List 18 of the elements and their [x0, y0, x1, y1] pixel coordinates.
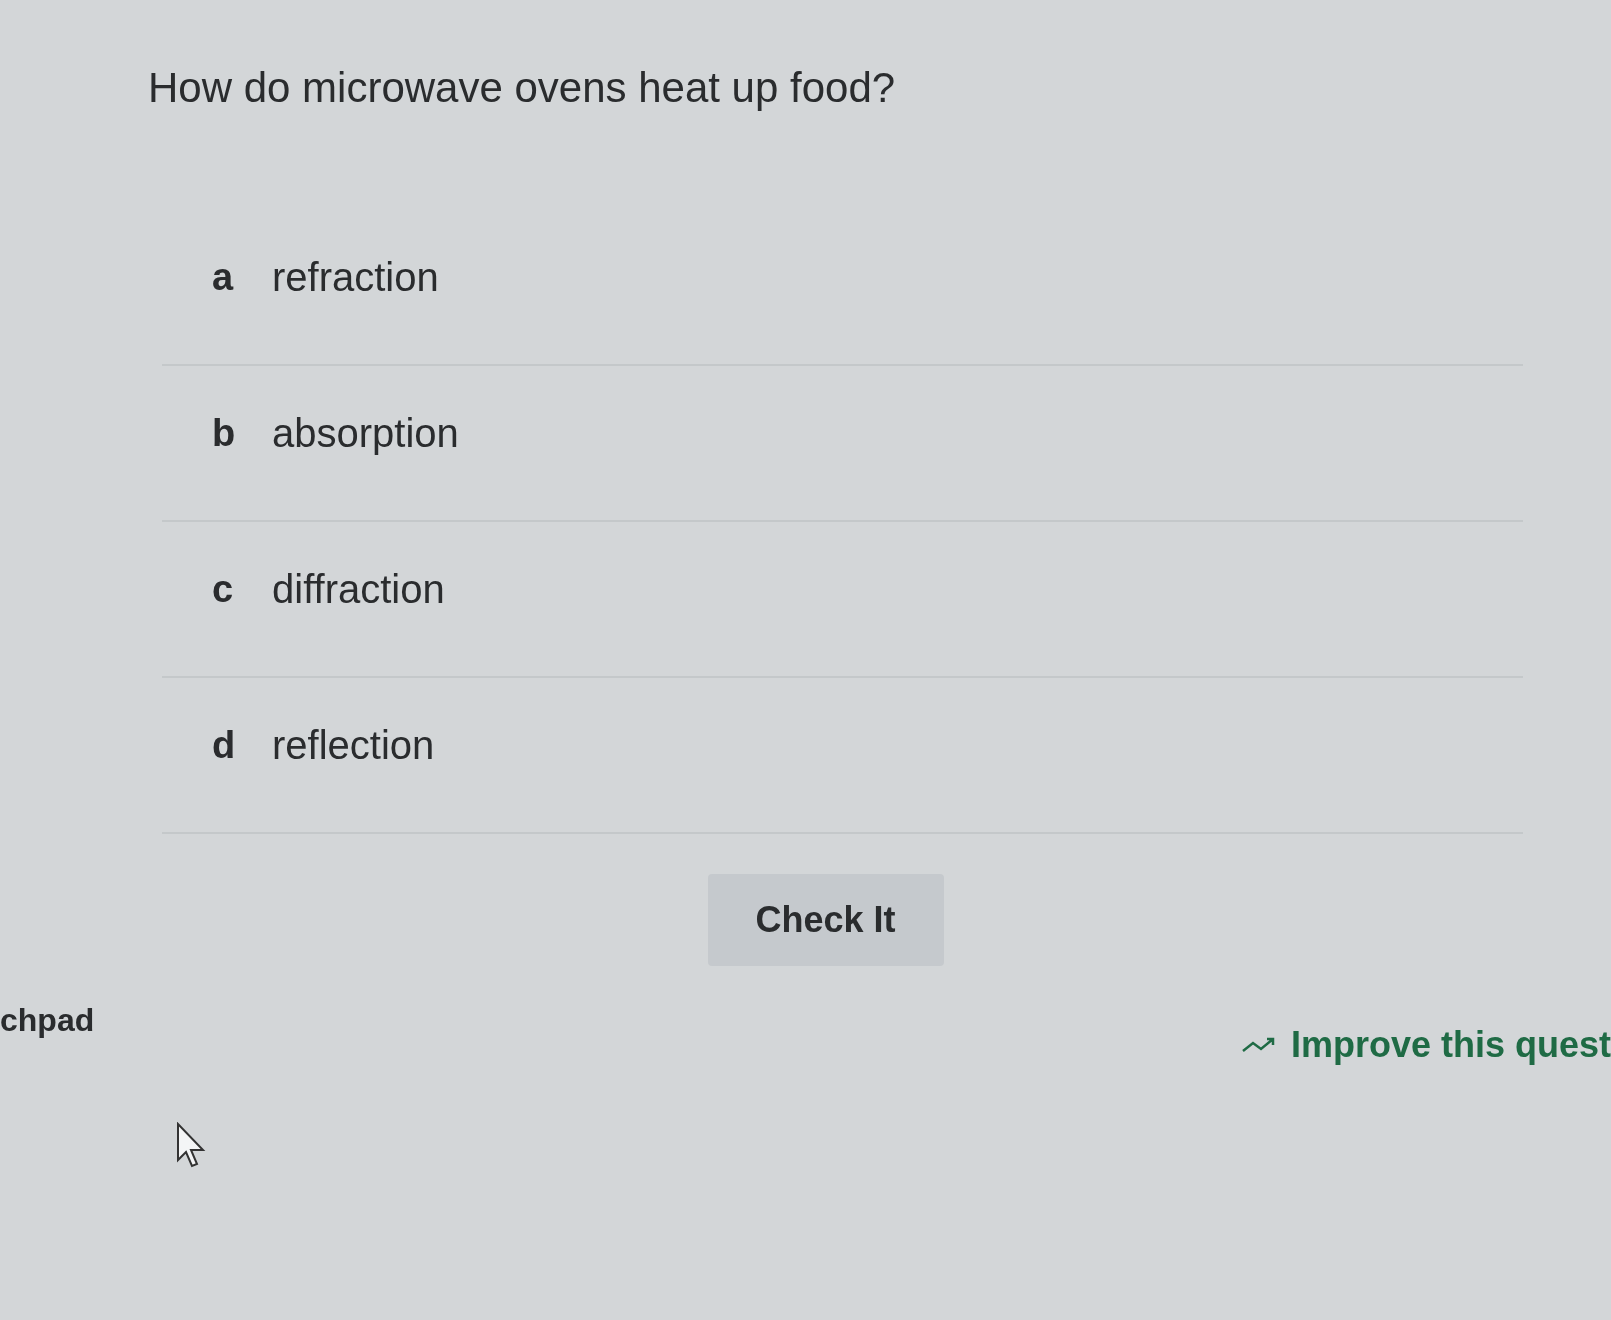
option-letter: a [212, 254, 235, 300]
option-letter: b [212, 410, 237, 456]
check-button[interactable]: Check It [707, 874, 944, 966]
improve-link[interactable]: Improve this quest [1240, 1018, 1611, 1072]
option-text: diffraction [272, 566, 445, 613]
question-text: How do microwave ovens heat up food? [148, 64, 896, 111]
side-label: chpad [0, 1001, 95, 1040]
answer-option[interactable]: a refraction [162, 210, 1523, 366]
answer-option[interactable]: c diffraction [162, 522, 1523, 678]
option-letter: d [212, 722, 237, 768]
option-text: reflection [272, 722, 435, 769]
option-text: absorption [272, 410, 459, 457]
answer-option[interactable]: d reflection [162, 678, 1523, 834]
cursor-icon [176, 1122, 206, 1168]
option-letter: c [212, 566, 235, 612]
answer-option[interactable]: b absorption [162, 366, 1523, 522]
trend-icon [1240, 1035, 1277, 1055]
option-text: refraction [272, 254, 439, 301]
